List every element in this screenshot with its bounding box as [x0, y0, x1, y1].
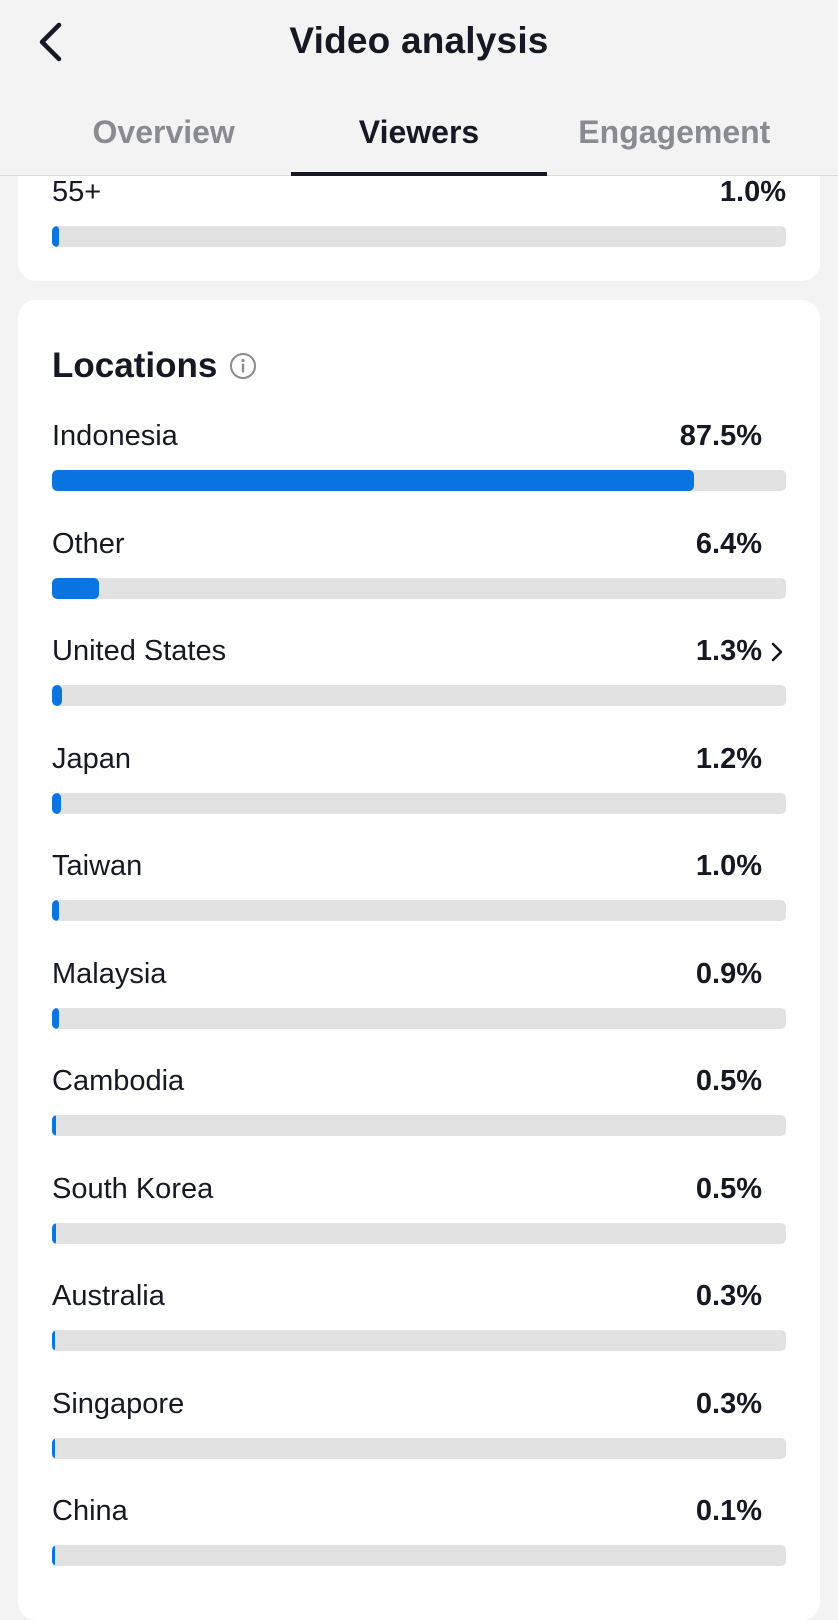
location-bar-fill [52, 470, 695, 491]
location-percentage: 1.0% [695, 850, 762, 882]
age-bar-fill [52, 226, 60, 247]
location-bar-track [52, 685, 786, 706]
location-bar-fill [52, 1007, 59, 1029]
header: Video analysis Overview Viewers Engageme… [0, 0, 838, 176]
location-percentage: 0.3% [695, 1387, 762, 1420]
page-title: Video analysis [289, 20, 549, 61]
location-percentage: 0.5% [695, 1065, 762, 1097]
age-value: 1.0% [719, 176, 786, 208]
location-bar-fill [52, 1545, 55, 1566]
location-percentage: 0.3% [695, 1280, 762, 1312]
location-bar-fill [52, 1330, 55, 1351]
location-bar-track [52, 1115, 786, 1136]
location-percentage: 0.1% [695, 1495, 762, 1527]
location-percentage: 0.5% [695, 1172, 762, 1205]
location-bar-fill [52, 577, 99, 599]
location-label: Australia [52, 1280, 165, 1312]
location-percentage: 87.5% [679, 420, 762, 452]
locations-title: Locations [52, 346, 218, 385]
location-bar-track [52, 577, 786, 599]
location-label: Other [52, 527, 125, 560]
location-bar-track [52, 900, 786, 921]
tab-engagement[interactable]: Engagement [547, 108, 802, 176]
tab-viewers[interactable]: Viewers [291, 108, 547, 176]
location-bar-fill [52, 1222, 56, 1244]
tab-bar: Overview Viewers Engagement [36, 108, 802, 176]
location-percentage: 6.4% [695, 527, 762, 560]
location-label: China [52, 1495, 128, 1527]
locations-card: Locations Indonesia 87.5% Other 6.4% United … [18, 300, 820, 1620]
location-bar-fill [52, 685, 62, 706]
location-bar-track [52, 470, 786, 491]
location-bar-track [52, 1437, 786, 1459]
location-label: Indonesia [52, 420, 178, 452]
location-percentage: 0.9% [695, 957, 762, 990]
location-label: Cambodia [52, 1065, 185, 1097]
info-icon[interactable] [229, 352, 257, 380]
location-bar-track [52, 1545, 786, 1566]
location-bar-fill [52, 1437, 55, 1459]
location-label: Japan [52, 742, 132, 775]
chevron-right-icon[interactable] [768, 641, 786, 663]
location-bar-fill [52, 792, 61, 814]
location-percentage: 1.2% [695, 742, 762, 775]
age-label: 55+ [52, 176, 102, 208]
locations-header: Locations [52, 346, 257, 386]
tab-overview[interactable]: Overview [36, 108, 291, 176]
location-label: South Korea [52, 1172, 214, 1205]
location-label: Singapore [52, 1387, 185, 1420]
location-bar-track [52, 1330, 786, 1351]
location-bar-track [52, 1222, 786, 1244]
location-bar-track [52, 1007, 786, 1029]
location-label: United States [52, 635, 227, 667]
location-percentage: 1.3% [695, 635, 762, 667]
location-bar-fill [52, 900, 60, 921]
age-bar-track [52, 226, 786, 247]
location-bar-track [52, 792, 786, 814]
location-label: Malaysia [52, 957, 167, 990]
location-label: Taiwan [52, 850, 143, 882]
location-bar-fill [52, 1115, 56, 1136]
